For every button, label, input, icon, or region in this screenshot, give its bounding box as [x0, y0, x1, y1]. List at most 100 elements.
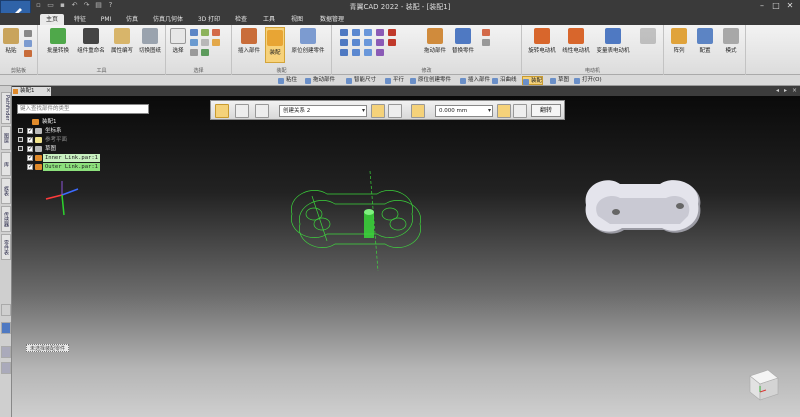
tab-tools[interactable]: 工具	[258, 14, 280, 25]
select-filter-icon[interactable]	[190, 29, 198, 36]
close-document-icon[interactable]: ×	[46, 87, 51, 94]
visibility-checkbox[interactable]	[27, 163, 33, 171]
visibility-checkbox[interactable]	[27, 154, 33, 162]
expand-icon[interactable]	[18, 137, 23, 142]
rotary-motor-button[interactable]: 旋转电动机	[526, 28, 558, 54]
close-button[interactable]: ✕	[783, 0, 797, 12]
flip-button[interactable]: 翻转	[531, 104, 561, 117]
flip-icon[interactable]	[497, 104, 511, 118]
path-icon[interactable]	[376, 29, 384, 36]
cmd-assemble[interactable]: 装配	[522, 76, 544, 85]
dock-parts-list[interactable]: 零件表	[1, 234, 11, 260]
tab-pmi[interactable]: PMI	[96, 14, 116, 25]
angle-icon[interactable]	[352, 49, 360, 56]
document-tab[interactable]: 装配1	[11, 87, 51, 96]
dock-tool-icon[interactable]	[1, 304, 11, 316]
visibility-checkbox[interactable]	[27, 127, 33, 135]
assemble-button[interactable]: 装配	[265, 27, 285, 63]
drag-component-button[interactable]: 拖动部件	[422, 28, 448, 54]
connect-icon[interactable]	[352, 39, 360, 46]
select-button[interactable]: 选择	[169, 28, 187, 54]
outer-link-part[interactable]	[580, 172, 710, 244]
tab-simulation[interactable]: 仿真	[120, 14, 144, 25]
tab-simulation-geometry[interactable]: 仿真几何体	[148, 14, 188, 25]
visibility-checkbox[interactable]	[27, 145, 33, 153]
cmd-sketch[interactable]: 草图	[550, 76, 569, 85]
select-shape-icon[interactable]	[201, 29, 209, 36]
replace-part-button[interactable]: 替换零件	[450, 28, 476, 54]
inner-link-part[interactable]	[282, 166, 432, 276]
select-part-icon[interactable]	[201, 39, 209, 46]
scroll-right-icon[interactable]: ▸	[784, 87, 787, 94]
cmd-along-curve[interactable]: 沿曲线	[492, 76, 517, 85]
reduce-steps-icon[interactable]	[388, 104, 402, 118]
maximize-button[interactable]: □	[769, 0, 783, 12]
property-editor-button[interactable]: 属性编写	[108, 28, 136, 54]
select-show-icon[interactable]	[201, 49, 209, 56]
select-zoom-icon[interactable]	[212, 29, 220, 36]
select-box-icon[interactable]	[190, 39, 198, 46]
mode-button[interactable]: 模式	[720, 28, 742, 54]
cmd-smart-dimension[interactable]: 智能尺寸	[346, 76, 376, 85]
select-hide-icon[interactable]	[190, 49, 198, 56]
dock-sensors[interactable]: 传感器	[1, 206, 11, 232]
options-icon[interactable]	[235, 104, 249, 118]
view-cube-icon[interactable]	[742, 364, 782, 404]
tab-3d-print[interactable]: 3D 打印	[194, 14, 224, 25]
center-plane-icon[interactable]	[376, 49, 384, 56]
relation-list-icon[interactable]	[255, 104, 269, 118]
batch-convert-button[interactable]: 批量转换	[44, 28, 72, 54]
tab-inspect[interactable]: 检查	[230, 14, 252, 25]
dock-grid-icon[interactable]	[1, 346, 11, 358]
insert-part-button[interactable]: 插入部件	[236, 28, 262, 54]
transfer-icon[interactable]	[482, 39, 490, 46]
rename-components-button[interactable]: 组件重命名	[76, 28, 106, 54]
cut-icon[interactable]	[24, 30, 32, 37]
close-pane-icon[interactable]: ×	[792, 87, 797, 94]
rigid-set-icon[interactable]	[376, 39, 384, 46]
tab-features[interactable]: 特征	[68, 14, 92, 25]
dock-layers[interactable]: 图层	[1, 126, 11, 150]
gear-icon[interactable]	[364, 49, 372, 56]
match-icon[interactable]	[388, 39, 396, 46]
cmd-insert-part[interactable]: 插入部件	[460, 76, 490, 85]
tab-home[interactable]: 主页	[40, 14, 64, 25]
simulate-motor-button[interactable]	[636, 28, 660, 46]
paste-button[interactable]: 粘贴	[3, 28, 19, 54]
copy-icon[interactable]	[24, 40, 32, 47]
relation-types-icon[interactable]	[215, 104, 229, 118]
axial-align-icon[interactable]	[340, 49, 348, 56]
linear-motor-button[interactable]: 线性电动机	[560, 28, 592, 54]
cmd-open[interactable]: 打开(O)	[574, 76, 602, 85]
edit-definition-icon[interactable]	[482, 29, 490, 36]
cmd-create-in-place[interactable]: 原位创建零件	[410, 76, 451, 85]
dock-pathfinder[interactable]: Pathfinder	[1, 92, 11, 124]
dock-family-table[interactable]: 族表	[1, 178, 11, 204]
configure-button[interactable]: 配置	[694, 28, 716, 54]
cmd-parallel[interactable]: 平行	[385, 76, 404, 85]
format-painter-icon[interactable]	[24, 50, 32, 57]
cmd-stick[interactable]: 粘住	[278, 76, 297, 85]
tangent-icon[interactable]	[364, 29, 372, 36]
pattern-button[interactable]: 阵列	[668, 28, 690, 54]
lock-rotation-icon[interactable]	[513, 104, 527, 118]
mate-icon[interactable]	[340, 29, 348, 36]
help-icon[interactable]	[1, 322, 11, 334]
variable-motor-button[interactable]: 变量表电动机	[594, 28, 632, 54]
tab-view[interactable]: 视图	[286, 14, 308, 25]
insert-relation-icon[interactable]	[352, 29, 360, 36]
ground-icon[interactable]	[388, 29, 396, 36]
expand-icon[interactable]	[18, 146, 23, 151]
visibility-checkbox[interactable]	[27, 136, 33, 144]
dock-list-icon[interactable]	[1, 362, 11, 374]
part-search-input[interactable]	[17, 104, 149, 114]
create-in-place-button[interactable]: 原位创建零件	[288, 28, 328, 54]
relation-type-dropdown[interactable]: 创建关系 2	[279, 105, 367, 117]
planar-align-icon[interactable]	[340, 39, 348, 46]
tab-data-management[interactable]: 数据管理	[314, 14, 350, 25]
offset-type-icon[interactable]	[411, 104, 425, 118]
select-face-icon[interactable]	[212, 39, 220, 46]
mate-type-icon[interactable]	[371, 104, 385, 118]
cam-icon[interactable]	[364, 39, 372, 46]
cmd-drag-part[interactable]: 拖动部件	[305, 76, 335, 85]
